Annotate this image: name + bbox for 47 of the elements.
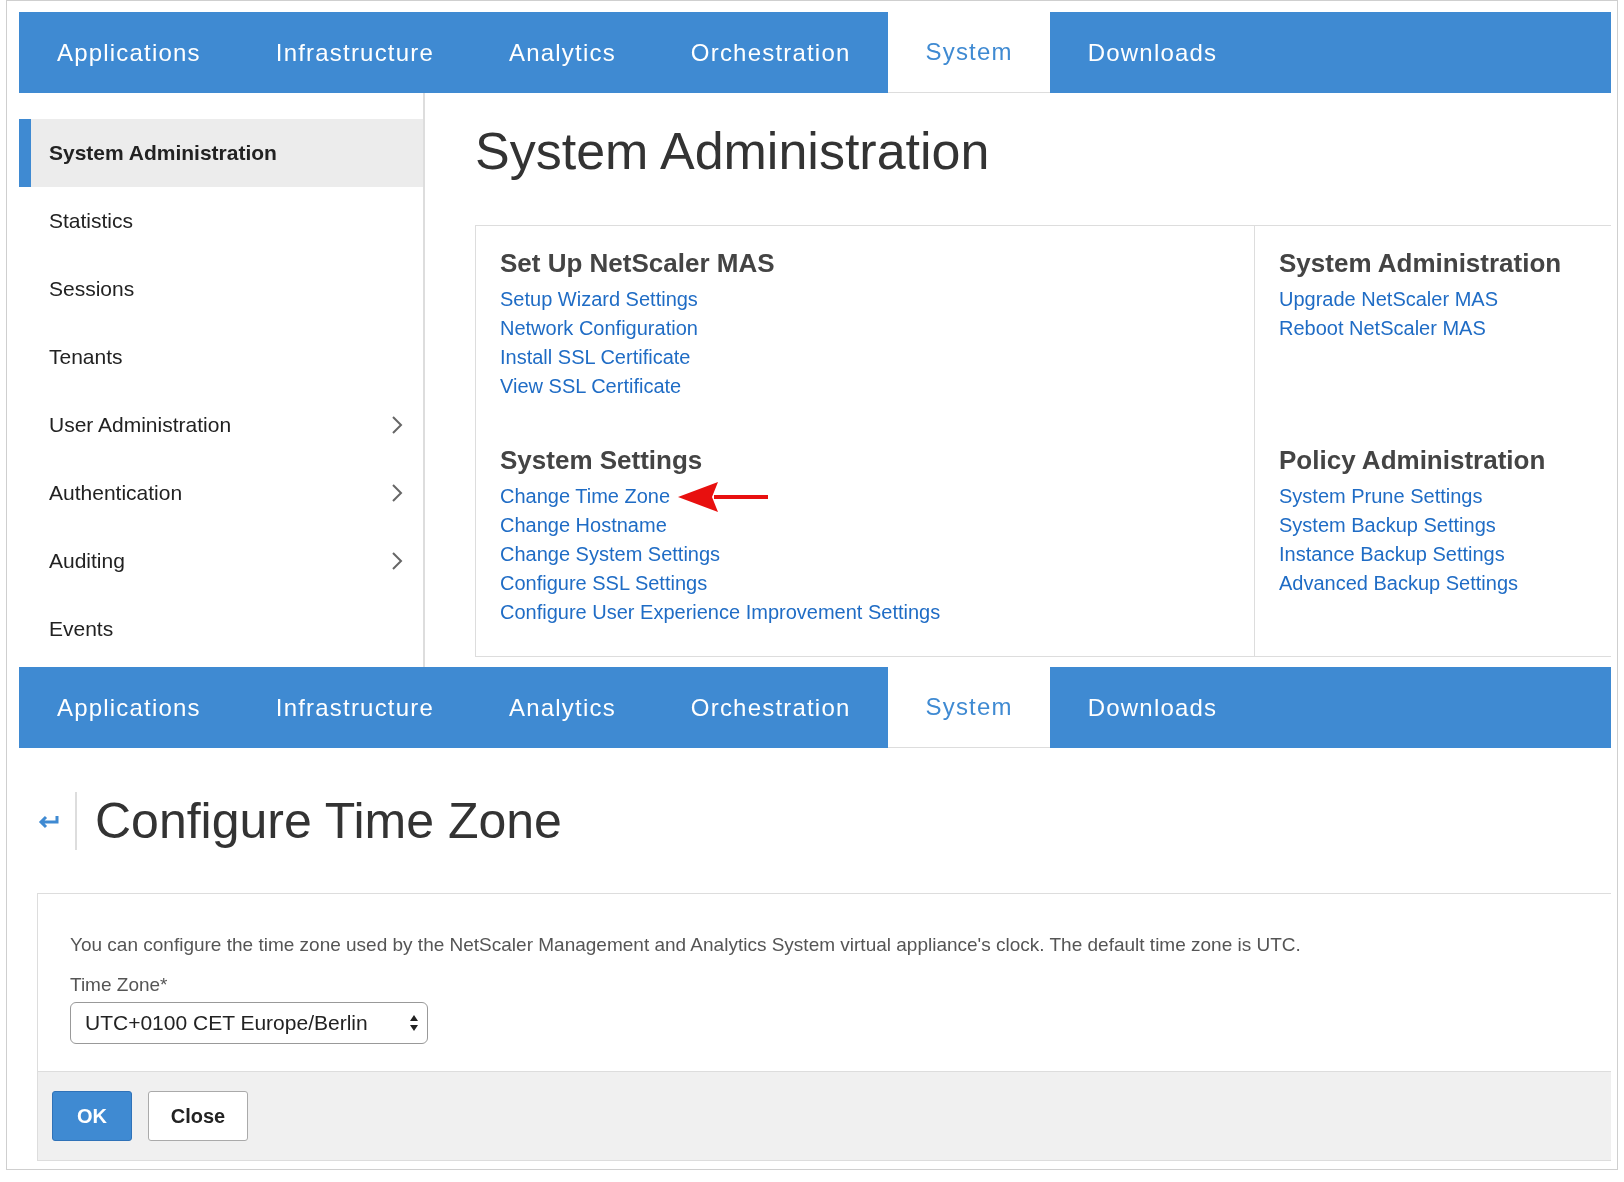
close-button[interactable]: Close <box>148 1091 248 1141</box>
page-title: Configure Time Zone <box>95 791 562 850</box>
settings-link[interactable]: System Backup Settings <box>1279 514 1496 537</box>
section-heading: System Administration <box>1279 248 1563 279</box>
nav-tab[interactable]: Downloads <box>1049 12 1255 93</box>
sidebar-item[interactable]: System Administration <box>19 119 423 187</box>
settings-link[interactable]: Install SSL Certificate <box>500 346 691 369</box>
page-title: System Administration <box>475 121 991 181</box>
description-text: You can configure the time zone used by the NetScaler Management and Analytics System virtual appliance's clock. The default time zone is UTC. <box>70 934 1302 956</box>
section-heading: Set Up NetScaler MAS <box>500 248 776 279</box>
settings-link[interactable]: System Prune Settings <box>1279 485 1483 508</box>
settings-link[interactable]: Configure User Experience Improvement Settings <box>500 601 941 624</box>
settings-link[interactable]: Instance Backup Settings <box>1279 543 1505 566</box>
settings-link[interactable]: View SSL Certificate <box>500 375 682 398</box>
sidebar-item[interactable]: User Administration <box>19 391 423 459</box>
sidebar-item[interactable]: Tenants <box>19 323 423 391</box>
nav-tab[interactable]: Infrastructure <box>237 667 471 748</box>
settings-link[interactable]: Setup Wizard Settings <box>500 288 698 311</box>
section-heading: Policy Administration <box>1279 445 1547 476</box>
nav-tab[interactable]: System <box>887 12 1050 93</box>
ok-button[interactable]: OK <box>52 1091 132 1141</box>
sidebar-item[interactable]: Events <box>19 595 423 663</box>
nav-tab[interactable]: Infrastructure <box>237 12 471 93</box>
nav-tab[interactable]: Applications <box>19 667 238 748</box>
nav-tab[interactable]: Orchestration <box>652 12 888 93</box>
section-heading: System Settings <box>500 445 704 476</box>
settings-link[interactable]: Network Configuration <box>500 317 698 340</box>
settings-link[interactable]: Change Hostname <box>500 514 667 537</box>
settings-link[interactable]: Upgrade NetScaler MAS <box>1279 288 1498 311</box>
nav-tab[interactable]: System <box>887 667 1050 748</box>
dropdown-arrows-icon <box>409 1014 419 1032</box>
settings-link[interactable]: Change Time Zone <box>500 485 671 508</box>
nav-tab[interactable]: Downloads <box>1049 667 1255 748</box>
settings-link[interactable]: Change System Settings <box>500 543 721 566</box>
time-zone-select[interactable]: UTC+0100 CET Europe/Berlin <box>70 1002 428 1044</box>
nav-tab[interactable]: Analytics <box>471 12 653 93</box>
settings-link[interactable]: Configure SSL Settings <box>500 572 708 595</box>
field-label: Time Zone* <box>70 974 169 996</box>
sidebar-item[interactable]: Sessions <box>19 255 423 323</box>
settings-link[interactable]: Advanced Backup Settings <box>1279 572 1519 595</box>
nav-tab[interactable]: Applications <box>19 12 238 93</box>
nav-tab[interactable]: Analytics <box>471 667 653 748</box>
sidebar-item[interactable]: Statistics <box>19 187 423 255</box>
nav-tab[interactable]: Orchestration <box>652 667 888 748</box>
settings-link[interactable]: Reboot NetScaler MAS <box>1279 317 1486 340</box>
sidebar-item[interactable]: Auditing <box>19 527 423 595</box>
sidebar-item[interactable]: Authentication <box>19 459 423 527</box>
